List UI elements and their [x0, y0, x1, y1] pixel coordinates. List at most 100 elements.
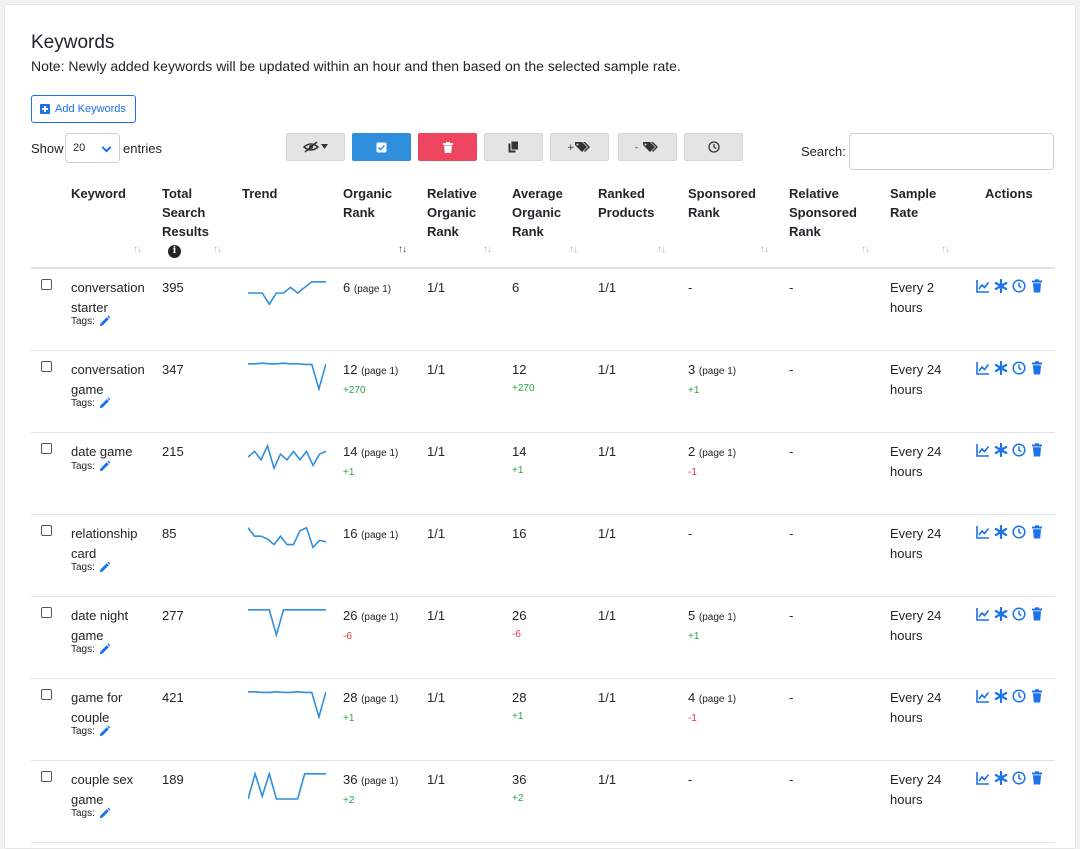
keyword-text: couple sex [71, 772, 134, 787]
trash-icon[interactable] [1030, 443, 1044, 457]
trend-sparkline[interactable] [248, 277, 326, 309]
info-icon[interactable]: i [168, 245, 181, 258]
trash-icon[interactable] [1030, 771, 1044, 785]
ranked-products: 1/1 [598, 772, 617, 787]
asterisk-icon[interactable] [994, 278, 1008, 294]
row-checkbox[interactable] [41, 443, 52, 454]
asterisk-icon[interactable] [994, 524, 1008, 540]
asterisk-icon[interactable] [994, 770, 1008, 786]
row-checkbox[interactable] [41, 771, 52, 782]
add-tags-button[interactable]: + [550, 133, 609, 161]
tags-minus-icon: - [635, 142, 658, 153]
entries-select[interactable]: 20 [65, 133, 120, 163]
trash-icon[interactable] [1030, 525, 1044, 539]
schedule-button[interactable] [684, 133, 743, 161]
table-row: relationship card Tags: 85 16 (page 1) 1/1 16 1… [31, 515, 1055, 597]
svg-text:+: + [567, 143, 575, 153]
row-checkbox[interactable] [41, 361, 52, 372]
row-checkbox[interactable] [41, 607, 52, 618]
clock-icon[interactable] [1012, 607, 1026, 621]
sort-icon[interactable]: ↑↓ [569, 244, 578, 255]
chart-line-icon[interactable] [976, 279, 990, 293]
chart-line-icon[interactable] [976, 607, 990, 621]
asterisk-icon[interactable] [994, 606, 1008, 622]
sort-icon[interactable]: ↑↓ [133, 244, 142, 255]
tags-label: Tags: [71, 643, 111, 656]
col-ranked-products[interactable]: Ranked Products [598, 184, 654, 222]
pencil-icon[interactable] [98, 315, 111, 328]
trash-icon[interactable] [1030, 607, 1044, 621]
sort-icon[interactable]: ↑↓ [861, 244, 870, 255]
search-input[interactable] [849, 133, 1054, 170]
col-relative-organic-rank[interactable]: Relative Organic Rank [427, 184, 477, 241]
pencil-icon[interactable] [98, 725, 111, 738]
select-all-button[interactable] [352, 133, 411, 161]
asterisk-icon[interactable] [994, 442, 1008, 458]
sort-icon[interactable]: ↑↓ [941, 244, 950, 255]
pencil-icon[interactable] [98, 807, 111, 820]
pencil-icon[interactable] [98, 561, 111, 574]
clock-icon[interactable] [1012, 279, 1026, 293]
pencil-icon[interactable] [98, 643, 111, 656]
keyword-cell: game for couple [71, 688, 151, 727]
trend-sparkline[interactable] [248, 687, 326, 719]
trend-sparkline[interactable] [248, 441, 326, 473]
sort-icon[interactable]: ↑↓ [657, 244, 666, 255]
trash-icon[interactable] [1030, 279, 1044, 293]
organic-rank-change: +2 [343, 794, 355, 806]
check-square-icon [376, 142, 387, 152]
sort-icon[interactable]: ↑↓ [213, 244, 222, 255]
copy-button[interactable] [484, 133, 543, 161]
row-checkbox[interactable] [41, 525, 52, 536]
asterisk-icon[interactable] [994, 360, 1008, 376]
relative-organic-rank: 1/1 [427, 444, 446, 459]
sponsored-rank-change: -1 [688, 712, 697, 724]
keyword-text: date night [71, 608, 129, 623]
remove-tags-button[interactable]: - [618, 133, 677, 161]
row-checkbox[interactable] [41, 689, 52, 700]
col-relative-sponsored-rank[interactable]: Relative Sponsored Rank [789, 184, 857, 241]
relative-organic-rank: 1/1 [427, 526, 446, 541]
total-search-results: 421 [162, 690, 184, 705]
delete-selected-button[interactable] [418, 133, 477, 161]
sort-asc-icon[interactable]: ↑↓ [398, 244, 407, 255]
trash-icon[interactable] [1030, 689, 1044, 703]
col-organic-rank[interactable]: Organic Rank [343, 184, 392, 222]
asterisk-icon[interactable] [994, 688, 1008, 704]
add-keywords-button[interactable]: Add Keywords [31, 95, 136, 123]
trend-sparkline[interactable] [248, 359, 326, 391]
sponsored-rank: - [688, 526, 693, 541]
col-keyword[interactable]: Keyword [71, 184, 126, 203]
trash-icon[interactable] [1030, 361, 1044, 375]
organic-rank-change: +270 [343, 384, 366, 396]
trend-sparkline[interactable] [248, 605, 326, 637]
sort-icon[interactable]: ↑↓ [760, 244, 769, 255]
column-visibility-button[interactable] [286, 133, 345, 161]
col-sponsored-rank[interactable]: Sponsored Rank [688, 184, 756, 222]
row-actions [976, 606, 1044, 622]
sample-rate: Every 24 hours [890, 608, 942, 643]
clock-icon[interactable] [1012, 361, 1026, 375]
chart-line-icon[interactable] [976, 525, 990, 539]
clock-icon[interactable] [1012, 689, 1026, 703]
pencil-icon[interactable] [98, 460, 111, 473]
col-average-organic-rank[interactable]: Average Organic Rank [512, 184, 563, 241]
clock-icon[interactable] [1012, 525, 1026, 539]
trend-sparkline[interactable] [248, 523, 326, 555]
row-actions [976, 770, 1044, 786]
clock-icon[interactable] [1012, 771, 1026, 785]
chart-line-icon[interactable] [976, 689, 990, 703]
sort-icon[interactable]: ↑↓ [483, 244, 492, 255]
trend-sparkline[interactable] [248, 769, 326, 801]
chart-line-icon[interactable] [976, 443, 990, 457]
pencil-icon[interactable] [98, 397, 111, 410]
sponsored-rank: - [688, 772, 693, 787]
col-total-search-results[interactable]: Total Search Results [162, 184, 209, 241]
col-sample-rate[interactable]: Sample Rate [890, 184, 936, 222]
row-checkbox[interactable] [41, 279, 52, 290]
sponsored-rank-change: +1 [688, 384, 700, 396]
chart-line-icon[interactable] [976, 771, 990, 785]
clock-icon[interactable] [1012, 443, 1026, 457]
chart-line-icon[interactable] [976, 361, 990, 375]
entries-label: entries [123, 141, 163, 156]
